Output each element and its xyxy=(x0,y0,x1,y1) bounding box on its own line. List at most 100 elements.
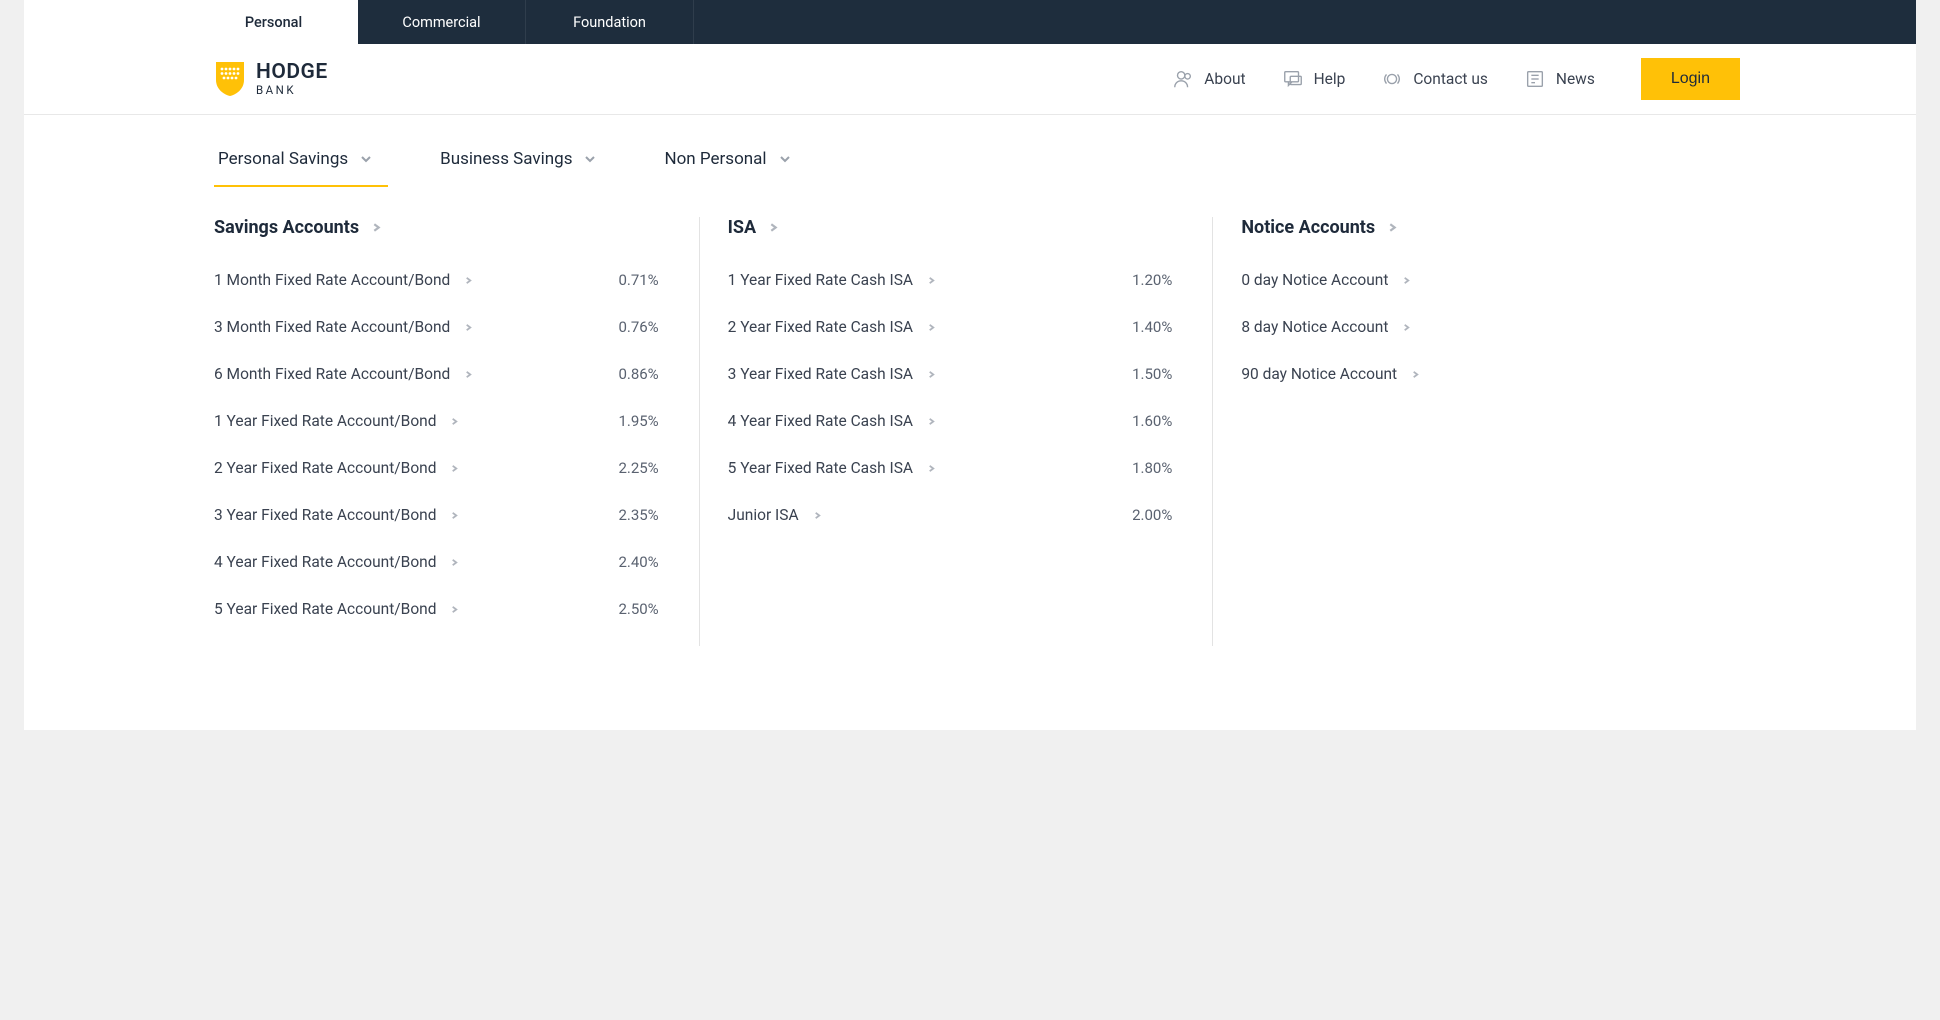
logo-name: HODGE xyxy=(256,62,328,83)
product-row[interactable]: 0 day Notice Account xyxy=(1241,270,1686,289)
product-row[interactable]: 3 Year Fixed Rate Cash ISA1.50% xyxy=(728,364,1173,383)
product-name: 8 day Notice Account xyxy=(1241,318,1388,336)
chevron-right-icon xyxy=(450,411,459,430)
product-row[interactable]: 90 day Notice Account xyxy=(1241,364,1686,383)
product-rate: 0.86% xyxy=(618,365,658,383)
column-isa: ISA 1 Year Fixed Rate Cash ISA 1.20% 2 Year… xyxy=(699,217,1213,646)
chevron-right-icon xyxy=(1402,270,1411,289)
top-tab-foundation[interactable]: Foundation xyxy=(526,0,694,44)
column-header[interactable]: ISA xyxy=(728,217,1173,238)
product-row[interactable]: 1 Year Fixed Rate Cash ISA 1.20% xyxy=(728,270,1173,289)
chevron-right-icon xyxy=(450,552,459,571)
chevron-right-icon xyxy=(813,505,822,524)
nav-news[interactable]: News xyxy=(1524,68,1595,90)
top-tab-label: Foundation xyxy=(573,14,646,31)
product-name: 4 Year Fixed Rate Cash ISA xyxy=(728,412,913,430)
sub-tab-business-savings[interactable]: Business Savings xyxy=(436,135,600,187)
chevron-down-icon xyxy=(584,153,596,165)
product-name: 1 Year Fixed Rate Cash ISA xyxy=(728,271,913,289)
product-rate: 2.40% xyxy=(618,553,658,571)
product-name: 4 Year Fixed Rate Account/Bond xyxy=(214,553,436,571)
logo[interactable]: HODGE BANK xyxy=(214,60,328,98)
product-row[interactable]: 1 Year Fixed Rate Account/Bond 1.95% xyxy=(214,411,659,430)
product-name: 0 day Notice Account xyxy=(1241,271,1388,289)
top-tab-label: Personal xyxy=(245,14,302,31)
chevron-down-icon xyxy=(779,153,791,165)
login-button[interactable]: Login xyxy=(1641,58,1740,100)
chevron-right-icon xyxy=(927,317,936,336)
nav-label: About xyxy=(1204,70,1245,88)
product-row[interactable]: 2 Year Fixed Rate Cash ISA1.40% xyxy=(728,317,1173,336)
news-icon xyxy=(1524,68,1546,90)
logo-text: HODGE BANK xyxy=(256,62,328,97)
product-name: 2 Year Fixed Rate Account/Bond xyxy=(214,459,436,477)
product-row[interactable]: 5 Year Fixed Rate Account/Bond2.50% xyxy=(214,599,659,618)
product-rate: 1.40% xyxy=(1132,318,1172,336)
chevron-right-icon xyxy=(927,458,936,477)
logo-sub: BANK xyxy=(256,85,328,97)
shield-icon xyxy=(214,60,246,98)
column-savings-accounts: Savings Accounts 1 Month Fixed Rate Accou… xyxy=(214,217,699,646)
chevron-right-icon xyxy=(371,217,382,238)
product-rate: 1.50% xyxy=(1132,365,1172,383)
product-name: 5 Year Fixed Rate Account/Bond xyxy=(214,600,436,618)
product-rate: 0.71% xyxy=(618,271,658,289)
product-rate: 1.95% xyxy=(618,412,658,430)
chat-icon xyxy=(1282,68,1304,90)
top-tab-label: Commercial xyxy=(402,14,480,31)
headset-icon xyxy=(1381,68,1403,90)
nav-contact[interactable]: Contact us xyxy=(1381,68,1488,90)
product-rate: 2.00% xyxy=(1132,506,1172,524)
top-tab-commercial[interactable]: Commercial xyxy=(358,0,526,44)
chevron-right-icon xyxy=(464,364,473,383)
sub-tab-personal-savings[interactable]: Personal Savings xyxy=(214,135,376,187)
product-row[interactable]: 4 Year Fixed Rate Cash ISA1.60% xyxy=(728,411,1173,430)
sub-tab-non-personal[interactable]: Non Personal xyxy=(660,135,794,187)
nav-help[interactable]: Help xyxy=(1282,68,1346,90)
product-row[interactable]: 3 Year Fixed Rate Account/Bond2.35% xyxy=(214,505,659,524)
product-name: 3 Month Fixed Rate Account/Bond xyxy=(214,318,450,336)
product-rate: 1.20% xyxy=(1132,271,1172,289)
product-row[interactable]: 8 day Notice Account xyxy=(1241,317,1686,336)
product-row[interactable]: 3 Month Fixed Rate Account/Bond 0.76% xyxy=(214,317,659,336)
person-icon xyxy=(1172,68,1194,90)
top-tab-personal[interactable]: Personal xyxy=(190,0,358,44)
chevron-right-icon xyxy=(1402,317,1411,336)
sub-tab-label: Personal Savings xyxy=(218,149,348,169)
chevron-right-icon xyxy=(927,364,936,383)
product-rate: 2.25% xyxy=(618,459,658,477)
column-notice-accounts: Notice Accounts 0 day Notice Account 8 day… xyxy=(1212,217,1726,646)
product-name: 5 Year Fixed Rate Cash ISA xyxy=(728,459,913,477)
product-rate: 1.80% xyxy=(1132,459,1172,477)
chevron-right-icon xyxy=(464,317,473,336)
chevron-right-icon xyxy=(927,411,936,430)
column-title: Notice Accounts xyxy=(1241,217,1375,238)
chevron-right-icon xyxy=(1411,364,1420,383)
column-header[interactable]: Notice Accounts xyxy=(1241,217,1686,238)
product-rate: 2.35% xyxy=(618,506,658,524)
chevron-right-icon xyxy=(464,270,473,289)
product-row[interactable]: Junior ISA 2.00% xyxy=(728,505,1173,524)
product-name: Junior ISA xyxy=(728,506,799,524)
header-nav: About Help Contact us News Login xyxy=(1172,58,1740,100)
chevron-right-icon xyxy=(1387,217,1398,238)
chevron-right-icon xyxy=(927,270,936,289)
chevron-down-icon xyxy=(360,153,372,165)
nav-label: Help xyxy=(1314,70,1346,88)
product-row[interactable]: 1 Month Fixed Rate Account/Bond 0.71% xyxy=(214,270,659,289)
product-row[interactable]: 2 Year Fixed Rate Account/Bond 2.25% xyxy=(214,458,659,477)
product-row[interactable]: 4 Year Fixed Rate Account/Bond 2.40% xyxy=(214,552,659,571)
chevron-right-icon xyxy=(450,458,459,477)
product-rate: 0.76% xyxy=(618,318,658,336)
product-name: 1 Year Fixed Rate Account/Bond xyxy=(214,412,436,430)
column-title: Savings Accounts xyxy=(214,217,359,238)
chevron-right-icon xyxy=(450,505,459,524)
nav-about[interactable]: About xyxy=(1172,68,1245,90)
column-header[interactable]: Savings Accounts xyxy=(214,217,659,238)
header: HODGE BANK About Help Contact us News xyxy=(24,44,1916,115)
top-tabs-fill xyxy=(694,0,1916,44)
product-name: 90 day Notice Account xyxy=(1241,365,1397,383)
product-row[interactable]: 5 Year Fixed Rate Cash ISA 1.80% xyxy=(728,458,1173,477)
product-name: 1 Month Fixed Rate Account/Bond xyxy=(214,271,450,289)
product-row[interactable]: 6 Month Fixed Rate Account/Bond0.86% xyxy=(214,364,659,383)
